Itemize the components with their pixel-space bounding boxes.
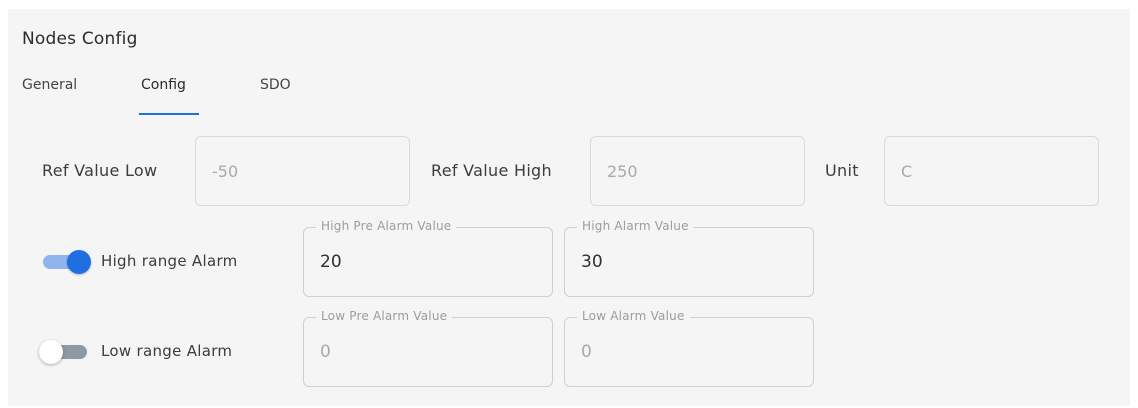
active-tab-indicator <box>139 113 199 115</box>
low-range-alarm-label: Low range Alarm <box>101 342 233 360</box>
ref-value-low-field[interactable]: -50 <box>195 136 410 206</box>
tab-sdo-label: SDO <box>260 77 291 93</box>
toggle-thumb <box>39 340 63 364</box>
ref-value-low-label: Ref Value Low <box>42 161 158 180</box>
low-pre-alarm-field[interactable]: Low Pre Alarm Value 0 <box>303 309 553 387</box>
tab-config[interactable]: Config <box>141 77 186 117</box>
toggle-thumb <box>67 250 91 274</box>
ref-value-high-field[interactable]: 250 <box>590 136 805 206</box>
low-pre-alarm-legend: Low Pre Alarm Value <box>316 309 453 323</box>
high-pre-alarm-legend: High Pre Alarm Value <box>316 219 457 233</box>
ref-value-low-value: -50 <box>212 161 239 181</box>
tab-config-label: Config <box>141 77 186 93</box>
tab-sdo[interactable]: SDO <box>260 77 291 117</box>
unit-field[interactable]: C <box>884 136 1099 206</box>
high-range-alarm-label: High range Alarm <box>101 252 238 270</box>
low-alarm-legend: Low Alarm Value <box>577 309 690 323</box>
low-alarm-value: 0 <box>581 342 592 362</box>
page-title: Nodes Config <box>22 29 138 49</box>
ref-value-high-label: Ref Value High <box>431 161 552 180</box>
tab-general-label: General <box>22 77 78 93</box>
low-pre-alarm-value: 0 <box>320 342 331 362</box>
unit-value: C <box>901 161 913 181</box>
high-alarm-field[interactable]: High Alarm Value 30 <box>564 219 814 297</box>
low-range-alarm-toggle[interactable] <box>39 339 89 364</box>
high-range-alarm-toggle[interactable] <box>43 249 91 274</box>
high-alarm-legend: High Alarm Value <box>577 219 694 233</box>
high-pre-alarm-value: 20 <box>320 252 342 272</box>
ref-value-high-value: 250 <box>607 161 638 181</box>
low-alarm-field[interactable]: Low Alarm Value 0 <box>564 309 814 387</box>
unit-label: Unit <box>825 161 859 180</box>
high-alarm-value: 30 <box>581 252 603 272</box>
high-pre-alarm-field[interactable]: High Pre Alarm Value 20 <box>303 219 553 297</box>
tab-general[interactable]: General <box>22 77 77 117</box>
